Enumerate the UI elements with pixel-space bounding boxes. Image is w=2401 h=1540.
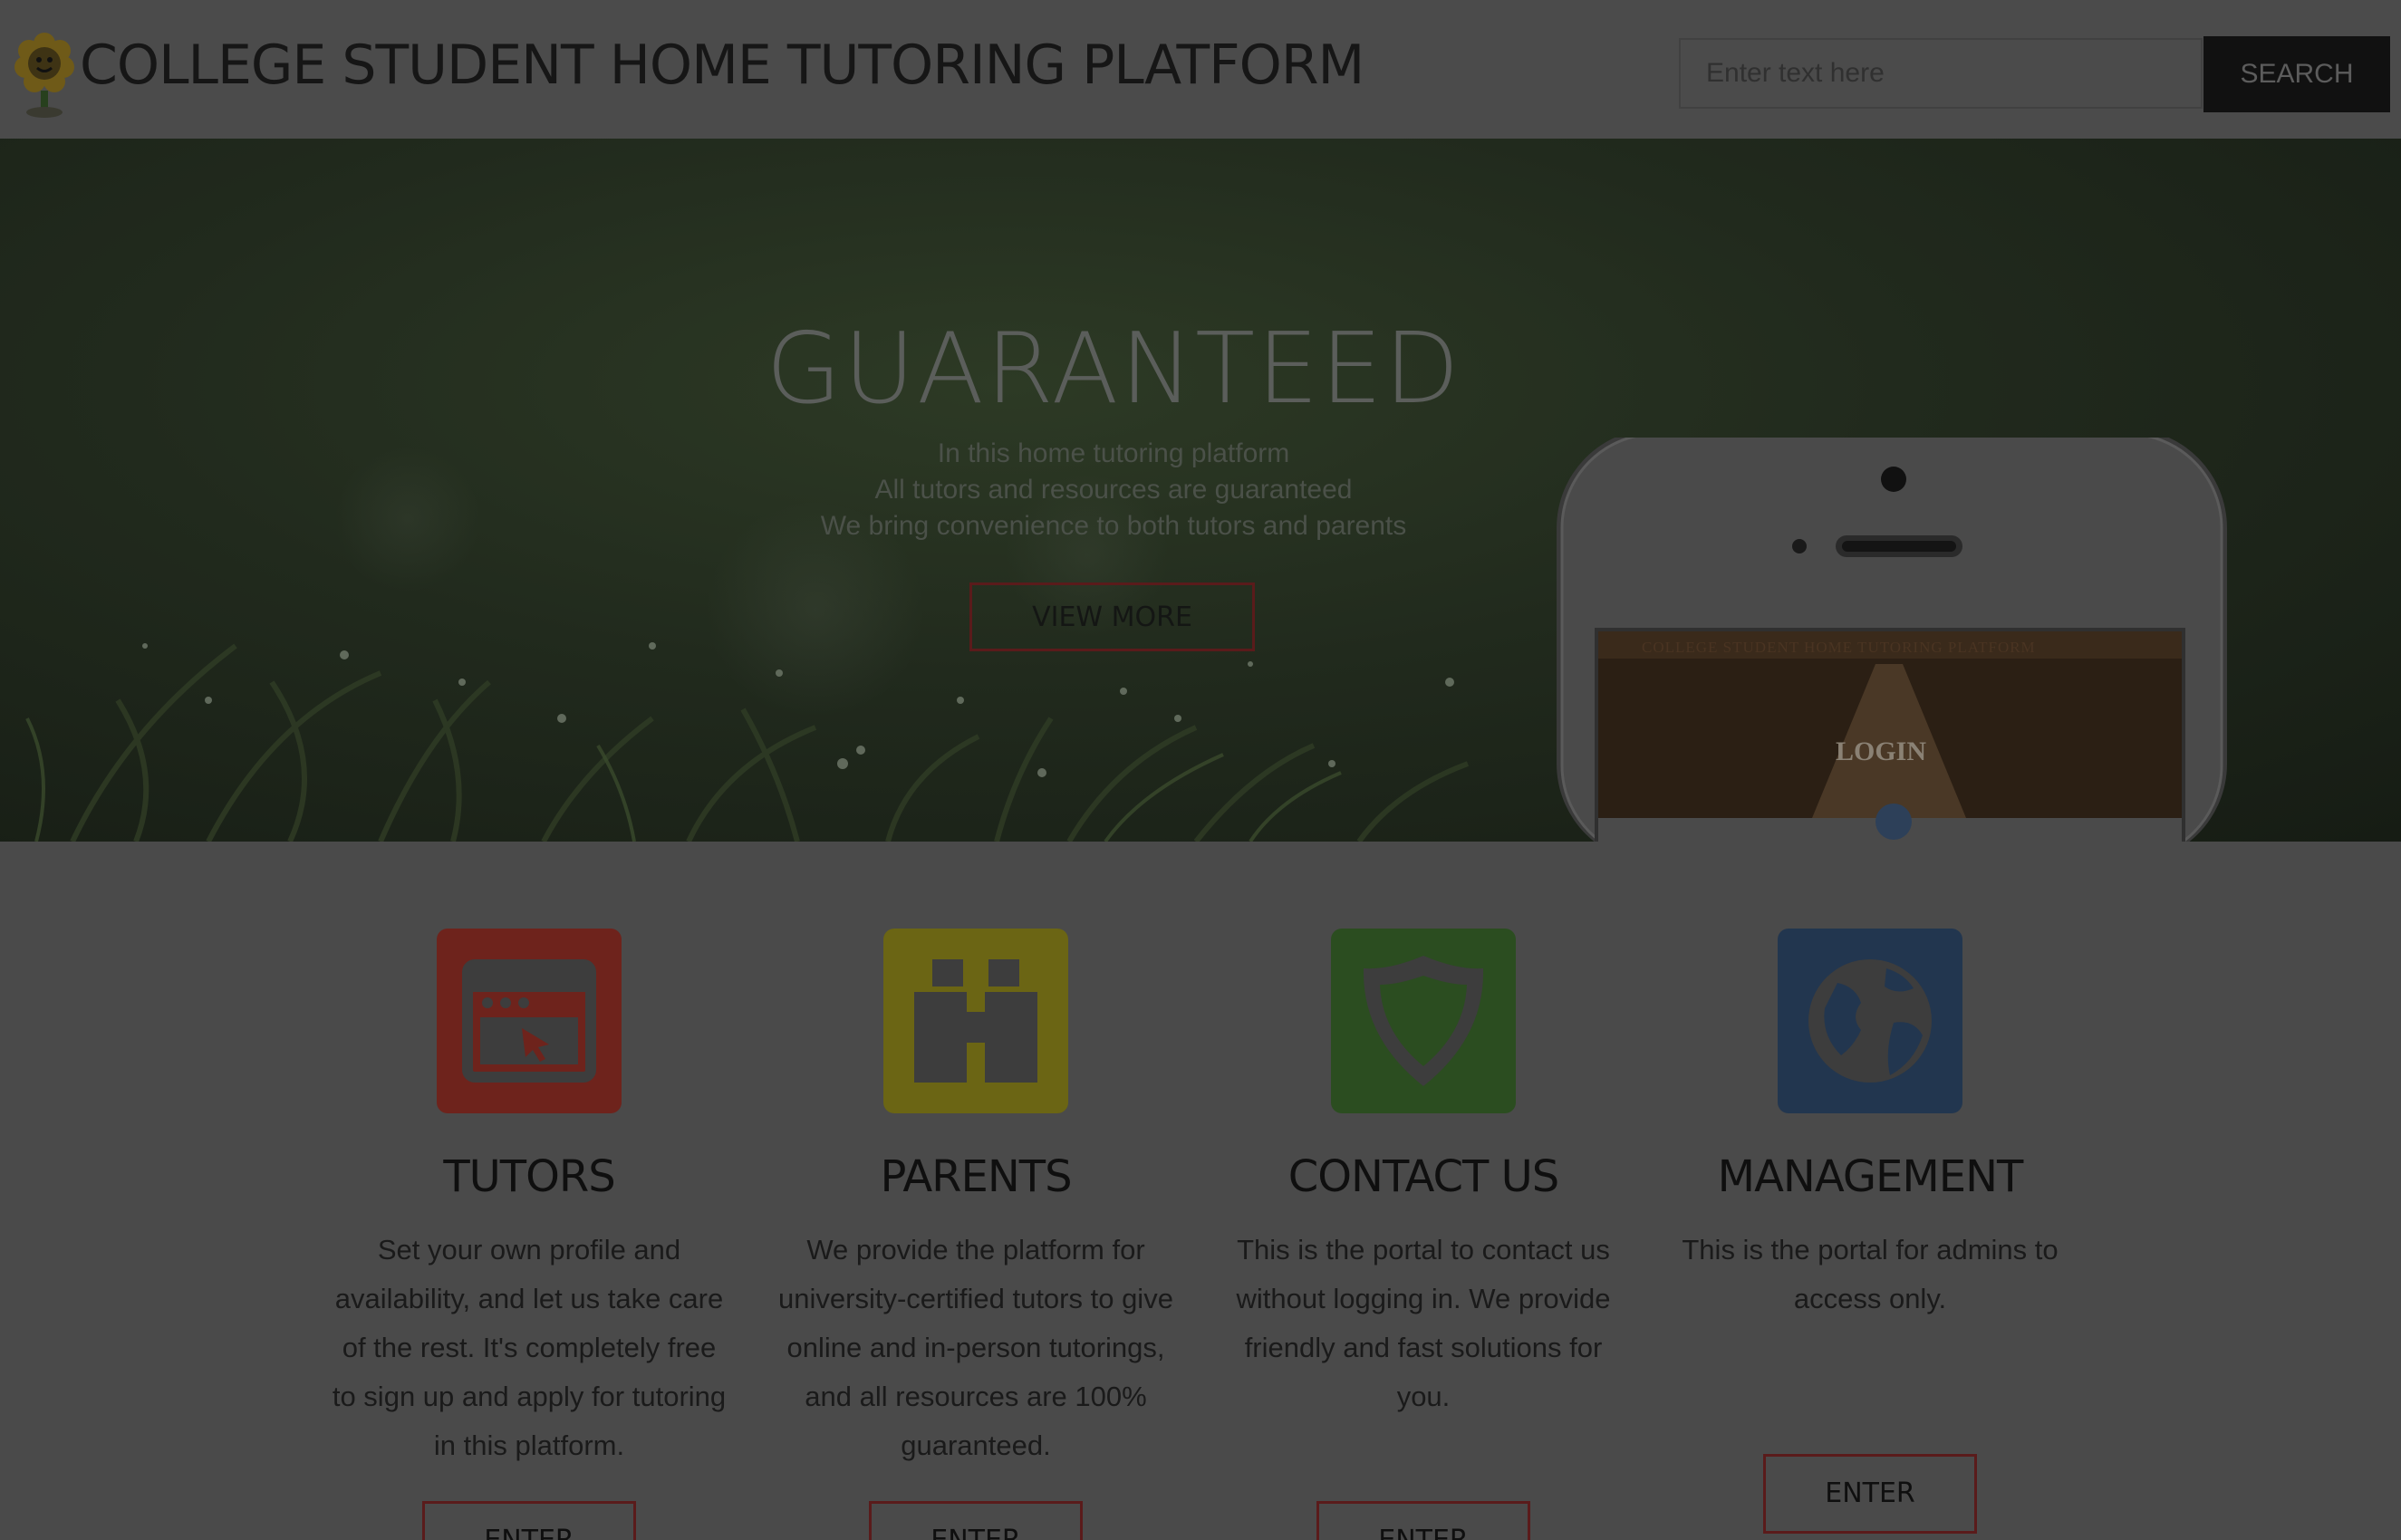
globe-icon[interactable] <box>1778 929 1962 1113</box>
view-more-button[interactable]: VIEW MORE <box>969 582 1255 651</box>
flower-mascot-logo[interactable] <box>13 25 76 120</box>
feature-description: Set your own profile and availability, a… <box>332 1234 727 1461</box>
site-header: COLLEGE STUDENT HOME TUTORING PLATFORM S… <box>0 0 2401 139</box>
phone-screen-login: LOGIN <box>1836 736 1927 766</box>
feature-description: This is the portal to contact us without… <box>1236 1234 1611 1412</box>
enter-button[interactable]: ENTER <box>422 1501 636 1540</box>
browser-cursor-icon[interactable] <box>437 929 622 1113</box>
feature-title: MANAGEMENT <box>1717 1151 2024 1202</box>
site-title: COLLEGE STUDENT HOME TUTORING PLATFORM <box>80 34 1364 97</box>
search-input[interactable] <box>1679 38 2203 109</box>
hero-banner: GUARANTEED In this home tutoring platfor… <box>0 139 2401 842</box>
phone-screen-banner: COLLEGE STUDENT HOME TUTORING PLATFORM <box>1642 639 2036 656</box>
feature-title: TUTORS <box>443 1151 615 1202</box>
features-section: TUTORS Set your own profile and availabi… <box>0 842 2401 1540</box>
feature-description: This is the portal for admins to access … <box>1682 1234 2059 1314</box>
search-button[interactable]: SEARCH <box>2203 36 2390 112</box>
hero-title: GUARANTEED <box>766 313 1461 426</box>
feature-title: PARENTS <box>880 1151 1072 1202</box>
feature-description: We provide the platform for university-c… <box>778 1234 1173 1461</box>
binoculars-icon[interactable] <box>883 929 1068 1113</box>
feature-title: CONTACT US <box>1287 1151 1559 1202</box>
enter-button[interactable]: ENTER <box>1763 1454 1977 1534</box>
shield-icon[interactable] <box>1331 929 1516 1113</box>
enter-button[interactable]: ENTER <box>1316 1501 1530 1540</box>
enter-button[interactable]: ENTER <box>869 1501 1083 1540</box>
phone-mockup-image: COLLEGE STUDENT HOME TUTORING PLATFORM L… <box>1540 416 2238 842</box>
